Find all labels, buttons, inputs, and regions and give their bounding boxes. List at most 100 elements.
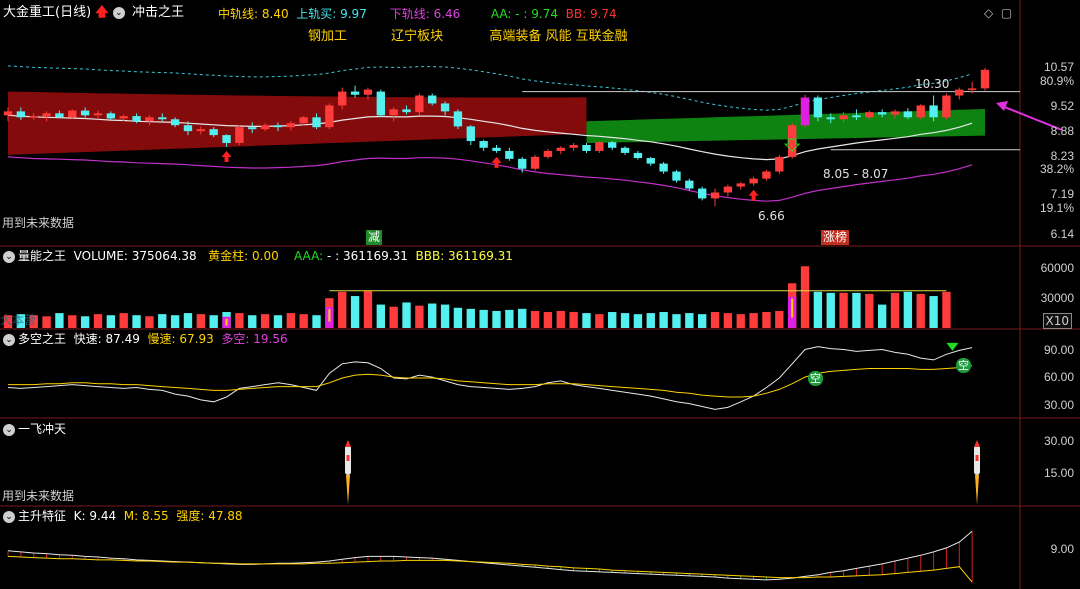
- candle-body: [955, 89, 964, 96]
- aaa-value: - : 361169.31: [326, 249, 408, 263]
- tag-row: 钢加工 辽宁板块 高端装备 风能 互联金融: [308, 30, 628, 44]
- volume-name[interactable]: 量能之王: [18, 249, 66, 263]
- candle-body: [903, 111, 913, 118]
- fast-value: 87.49: [105, 332, 140, 346]
- volume-unit[interactable]: X10: [1042, 313, 1072, 329]
- field-down-label: 下轨线: [389, 7, 426, 21]
- candle-body: [145, 117, 154, 122]
- candle-body: [389, 109, 398, 116]
- yifei-name[interactable]: 一飞冲天: [18, 422, 66, 436]
- candle-body: [376, 91, 385, 116]
- candle-body: [479, 141, 488, 148]
- duokong-name[interactable]: 多空之王: [18, 332, 66, 346]
- axis-dk-0: 90.00: [1043, 343, 1074, 357]
- volume-bar: [775, 310, 784, 328]
- stock-title[interactable]: 大金重工(日线): [3, 5, 91, 20]
- candle-body: [826, 117, 835, 120]
- chart-stage: 大金重工(日线) 🡅 ⌄ 冲击之王 中轨线: 8.40 上轨买: 9.97 下轨…: [0, 0, 1080, 589]
- field-mid-label: 中轨线: [218, 7, 255, 21]
- volume-bar: [595, 314, 604, 328]
- candle-body: [505, 150, 514, 159]
- candle-body: [672, 171, 681, 181]
- candle-body: [582, 145, 591, 151]
- volume-bar: [813, 291, 823, 328]
- axis-zs-0: 9.00: [1050, 542, 1074, 556]
- axis-main-8: 6.14: [1050, 227, 1074, 241]
- indicator-name[interactable]: 冲击之王: [132, 5, 184, 20]
- volume-bar: [260, 314, 270, 328]
- candle-body: [775, 156, 784, 172]
- candle-body: [466, 126, 475, 142]
- limit-up-badge: 涨榜: [821, 230, 850, 245]
- volume-bar: [209, 315, 218, 328]
- candle-body: [132, 116, 141, 122]
- candle-body: [530, 156, 540, 169]
- volume-bar: [929, 296, 938, 328]
- candle-body: [260, 125, 270, 130]
- volume-bar: [145, 316, 154, 328]
- volume-bar: [440, 304, 450, 328]
- zhusheng-name[interactable]: 主升特征: [18, 509, 66, 523]
- candle-body: [312, 117, 321, 128]
- duokong-menu-icon[interactable]: ⌄: [3, 333, 15, 346]
- window-controls: ◇ ▢: [984, 6, 1012, 20]
- annotation-low: 6.66: [758, 209, 785, 223]
- axis-main-2: 9.52: [1050, 99, 1074, 113]
- volume-bar: [762, 312, 771, 328]
- candle-body: [595, 142, 604, 151]
- tag-fintech[interactable]: 互联金融: [576, 29, 628, 44]
- field-aa-value: - : 9.74: [515, 7, 558, 21]
- volume-bar: [518, 308, 527, 328]
- rocket-left-icon-flame: [346, 475, 350, 505]
- axis-main-3: 8.88: [1050, 124, 1074, 138]
- candle-body: [890, 111, 900, 115]
- volume-bar: [543, 312, 553, 328]
- axis-main-0: 10.57: [1043, 60, 1074, 74]
- bbb-label: BBB: [415, 249, 441, 263]
- volume-menu-icon[interactable]: ⌄: [3, 250, 15, 263]
- volume-bar: [415, 305, 424, 328]
- volume-bar: [582, 313, 591, 328]
- volume-bar: [916, 293, 925, 328]
- volume-bar: [402, 302, 411, 328]
- volume-bar: [800, 266, 810, 328]
- candle-body: [363, 89, 373, 95]
- volume-bar: [479, 309, 488, 328]
- candle-body: [865, 112, 874, 118]
- tag-liaoning[interactable]: 辽宁板块: [391, 29, 443, 44]
- volume-bar: [183, 313, 193, 328]
- tag-steel[interactable]: 钢加工: [308, 29, 347, 44]
- candle-body: [29, 116, 38, 118]
- candle-body: [299, 117, 308, 124]
- diamond-icon[interactable]: ◇: [984, 6, 993, 20]
- yifei-menu-icon[interactable]: ⌄: [3, 423, 15, 436]
- kong-mark-1: 空: [808, 371, 823, 386]
- candle-body: [646, 158, 655, 164]
- axis-main-4: 8.23: [1050, 149, 1074, 163]
- indicator-menu-icon[interactable]: ⌄: [112, 6, 125, 19]
- volume-bar: [672, 314, 681, 328]
- tag-wind[interactable]: 风能: [545, 29, 571, 44]
- axis-yf-1: 15.00: [1043, 466, 1074, 480]
- volume-bar: [170, 315, 180, 328]
- volume-bar: [877, 304, 887, 328]
- tag-equipment[interactable]: 高端装备: [489, 29, 541, 44]
- candle-body: [273, 125, 283, 128]
- candle-body: [325, 105, 334, 128]
- candle-body: [42, 113, 51, 117]
- k-label: K: [73, 509, 82, 523]
- zhusheng-header: ⌄ 主升特征 K: 9.44 M: 8.55 强度: 47.88: [3, 509, 243, 523]
- zhusheng-menu-icon[interactable]: ⌄: [3, 510, 15, 523]
- volume-bar: [80, 316, 90, 328]
- candle-body: [209, 129, 218, 136]
- close-icon[interactable]: ▢: [1001, 6, 1012, 20]
- field-bb-value: 9.74: [589, 7, 617, 21]
- gold-bar-core: [791, 298, 794, 318]
- volume-bar: [248, 315, 257, 328]
- bbb-value: 361169.31: [448, 249, 513, 263]
- axis-vol-1: 30000: [1040, 291, 1074, 305]
- volume-bar: [620, 313, 630, 328]
- zhusheng-k-line: [7, 530, 973, 581]
- candle-body: [518, 158, 527, 169]
- volume-bar: [338, 291, 347, 328]
